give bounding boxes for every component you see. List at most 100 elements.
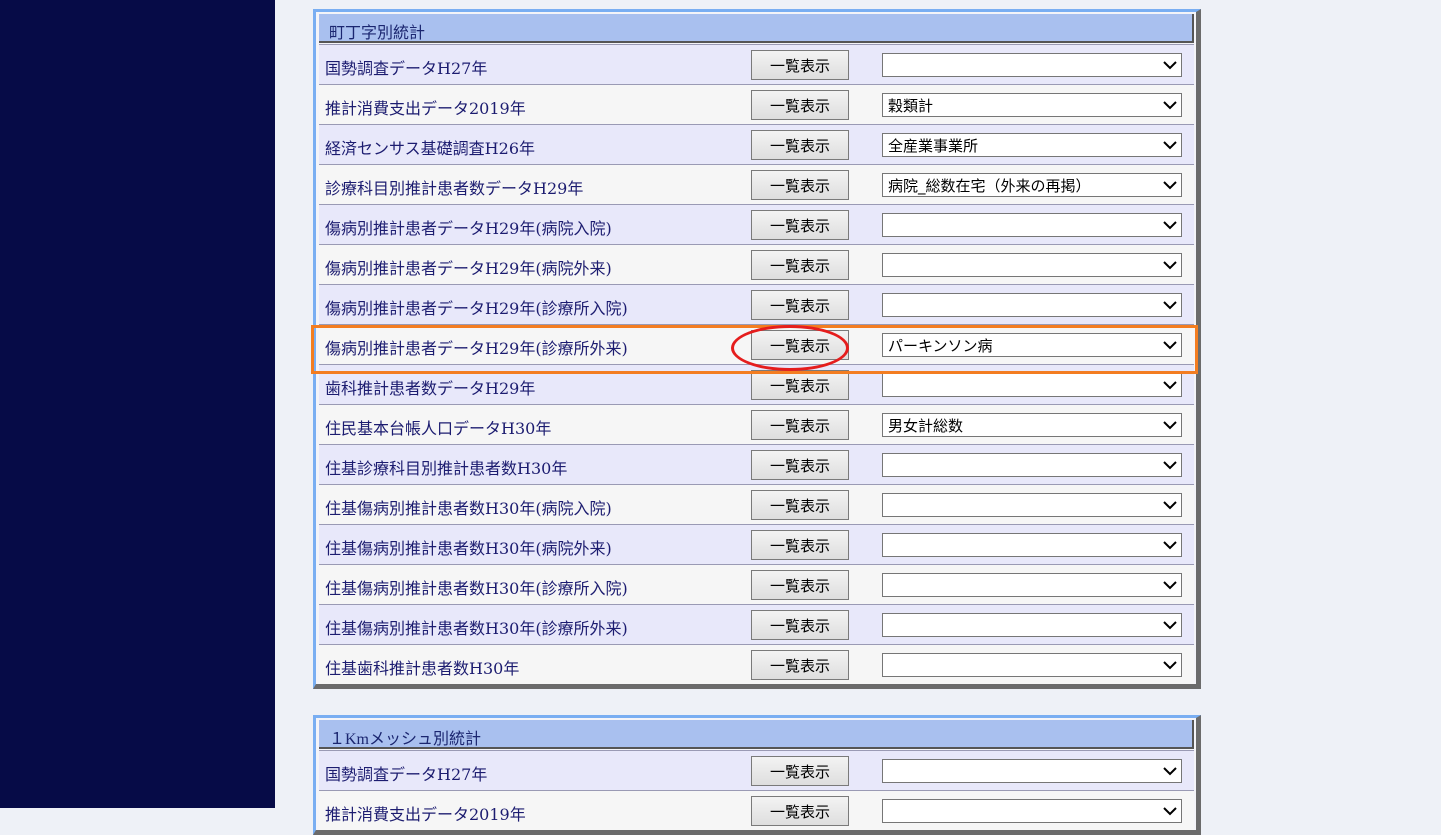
item-select[interactable] (882, 213, 1182, 237)
chevron-down-icon (1163, 381, 1177, 390)
chevron-down-icon (1163, 621, 1177, 630)
chevron-down-icon (1163, 301, 1177, 310)
item-select[interactable] (882, 493, 1182, 517)
table-row: 傷病別推計患者データH29年(病院外来) 一覧表示 (319, 244, 1194, 284)
list-display-button[interactable]: 一覧表示 (751, 650, 849, 680)
chevron-down-icon (1163, 181, 1177, 190)
list-display-button[interactable]: 一覧表示 (751, 410, 849, 440)
item-select[interactable] (882, 373, 1182, 397)
chevron-down-icon (1163, 421, 1177, 430)
chevron-down-icon (1163, 61, 1177, 70)
item-select[interactable] (882, 759, 1182, 783)
item-select[interactable]: パーキンソン病 (882, 333, 1182, 357)
dataset-label: 国勢調査データH27年 (325, 765, 488, 784)
dataset-label: 推計消費支出データ2019年 (325, 99, 526, 118)
dataset-label: 住基歯科推計患者数H30年 (325, 659, 520, 678)
item-select[interactable]: 病院_総数在宅（外来の再掲） (882, 173, 1182, 197)
table-row: 住民基本台帳人口データH30年 一覧表示 男女計総数 (319, 404, 1194, 444)
table-row: 推計消費支出データ2019年 一覧表示 穀類計 (319, 84, 1194, 124)
selected-value: 穀類計 (888, 97, 934, 115)
table-row: 住基診療科目別推計患者数H30年 一覧表示 (319, 444, 1194, 484)
dataset-label: 住基傷病別推計患者数H30年(診療所入院) (325, 579, 628, 598)
chevron-down-icon (1163, 767, 1177, 776)
selected-value: パーキンソン病 (888, 337, 993, 355)
list-display-button[interactable]: 一覧表示 (751, 450, 849, 480)
chevron-down-icon (1163, 141, 1177, 150)
list-display-button[interactable]: 一覧表示 (751, 250, 849, 280)
item-select[interactable] (882, 53, 1182, 77)
item-select[interactable]: 全産業事業所 (882, 133, 1182, 157)
chevron-down-icon (1163, 501, 1177, 510)
dataset-label: 住基傷病別推計患者数H30年(病院入院) (325, 499, 612, 518)
dataset-label: 経済センサス基礎調査H26年 (325, 139, 535, 158)
table-row: 住基傷病別推計患者数H30年(病院外来) 一覧表示 (319, 524, 1194, 564)
item-select[interactable] (882, 453, 1182, 477)
list-display-button[interactable]: 一覧表示 (751, 756, 849, 786)
dataset-label: 住基診療科目別推計患者数H30年 (325, 459, 568, 478)
list-display-button[interactable]: 一覧表示 (751, 530, 849, 560)
section-header: 町丁字別統計 (319, 14, 1194, 43)
left-sidebar (0, 0, 275, 808)
chevron-down-icon (1163, 341, 1177, 350)
item-select[interactable] (882, 253, 1182, 277)
mesh-statistics-panel: １Kmメッシュ別統計 国勢調査データH27年 一覧表示 推計消費支出データ2019年… (313, 715, 1201, 835)
chevron-down-icon (1163, 261, 1177, 270)
list-display-button[interactable]: 一覧表示 (751, 490, 849, 520)
list-display-button[interactable]: 一覧表示 (751, 170, 849, 200)
row-list: 国勢調査データH27年 一覧表示 推計消費支出データ2019年 一覧表示 (316, 750, 1196, 830)
chevron-down-icon (1163, 541, 1177, 550)
table-row: 推計消費支出データ2019年 一覧表示 (319, 790, 1194, 830)
item-select[interactable] (882, 799, 1182, 823)
chevron-down-icon (1163, 101, 1177, 110)
list-display-button[interactable]: 一覧表示 (751, 570, 849, 600)
list-display-button[interactable]: 一覧表示 (751, 610, 849, 640)
item-select[interactable]: 穀類計 (882, 93, 1182, 117)
selected-value: 全産業事業所 (888, 137, 979, 155)
item-select[interactable] (882, 533, 1182, 557)
list-display-button[interactable]: 一覧表示 (751, 796, 849, 826)
dataset-label: 推計消費支出データ2019年 (325, 805, 526, 824)
chevron-down-icon (1163, 661, 1177, 670)
row-list: 国勢調査データH27年 一覧表示 推計消費支出データ2019年 一覧表示 穀類計 経済セン… (316, 44, 1196, 684)
item-select[interactable] (882, 653, 1182, 677)
section-title: １Kmメッシュ別統計 (329, 731, 482, 748)
selected-value: 病院_総数在宅（外来の再掲） (888, 177, 1091, 195)
list-display-button[interactable]: 一覧表示 (751, 90, 849, 120)
dataset-label: 住民基本台帳人口データH30年 (325, 419, 552, 438)
table-row: 住基歯科推計患者数H30年 一覧表示 (319, 644, 1194, 684)
dataset-label: 住基傷病別推計患者数H30年(病院外来) (325, 539, 612, 558)
item-select[interactable]: 男女計総数 (882, 413, 1182, 437)
table-row: 住基傷病別推計患者数H30年(病院入院) 一覧表示 (319, 484, 1194, 524)
dataset-label: 傷病別推計患者データH29年(診療所入院) (325, 299, 628, 318)
dataset-label: 歯科推計患者数データH29年 (325, 379, 536, 398)
list-display-button[interactable]: 一覧表示 (751, 330, 849, 360)
item-select[interactable] (882, 573, 1182, 597)
table-row: 住基傷病別推計患者数H30年(診療所入院) 一覧表示 (319, 564, 1194, 604)
chome-statistics-panel: 町丁字別統計 国勢調査データH27年 一覧表示 推計消費支出データ2019年 一覧表示… (313, 9, 1201, 689)
list-display-button[interactable]: 一覧表示 (751, 370, 849, 400)
section-title: 町丁字別統計 (329, 25, 426, 42)
list-display-button[interactable]: 一覧表示 (751, 290, 849, 320)
list-display-button[interactable]: 一覧表示 (751, 50, 849, 80)
section-header: １Kmメッシュ別統計 (319, 720, 1194, 749)
table-row: 歯科推計患者数データH29年 一覧表示 (319, 364, 1194, 404)
list-display-button[interactable]: 一覧表示 (751, 130, 849, 160)
table-row: 住基傷病別推計患者数H30年(診療所外来) 一覧表示 (319, 604, 1194, 644)
table-row: 傷病別推計患者データH29年(診療所入院) 一覧表示 (319, 284, 1194, 324)
chevron-down-icon (1163, 221, 1177, 230)
dataset-label: 傷病別推計患者データH29年(病院入院) (325, 219, 612, 238)
table-row: 傷病別推計患者データH29年(診療所外来) 一覧表示 パーキンソン病 (319, 324, 1194, 364)
dataset-label: 住基傷病別推計患者数H30年(診療所外来) (325, 619, 628, 638)
dataset-label: 傷病別推計患者データH29年(病院外来) (325, 259, 612, 278)
table-row: 傷病別推計患者データH29年(病院入院) 一覧表示 (319, 204, 1194, 244)
chevron-down-icon (1163, 581, 1177, 590)
dataset-label: 診療科目別推計患者数データH29年 (325, 179, 584, 198)
chevron-down-icon (1163, 461, 1177, 470)
table-row: 国勢調査データH27年 一覧表示 (319, 44, 1194, 84)
list-display-button[interactable]: 一覧表示 (751, 210, 849, 240)
item-select[interactable] (882, 613, 1182, 637)
table-row: 診療科目別推計患者数データH29年 一覧表示 病院_総数在宅（外来の再掲） (319, 164, 1194, 204)
table-row: 国勢調査データH27年 一覧表示 (319, 750, 1194, 790)
item-select[interactable] (882, 293, 1182, 317)
dataset-label: 国勢調査データH27年 (325, 59, 488, 78)
